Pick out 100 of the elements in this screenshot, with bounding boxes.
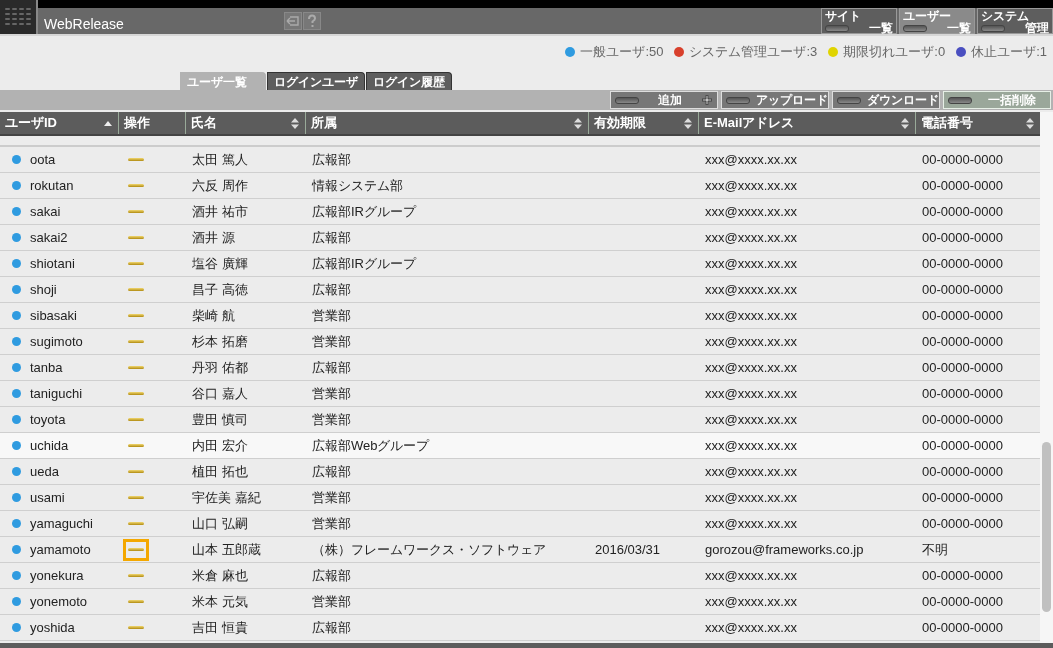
user-id-text: taniguchi	[30, 386, 83, 401]
phone-text: 不明	[922, 540, 948, 559]
email-text: xxx@xxxx.xx.xx	[705, 308, 797, 323]
column-header[interactable]: 氏名	[191, 114, 291, 132]
table-row[interactable]: uchida 内田 宏介 広報部Webグループ xxx@xxxx.xx.xx 00-0000-0000	[0, 433, 1040, 459]
name-text: 太田 篤人	[192, 150, 248, 169]
legend-label: システム管理ユーザ:3	[689, 43, 818, 61]
user-id-text: oota	[30, 152, 56, 167]
sort-icon[interactable]	[684, 117, 692, 129]
user-id-text: yoshida	[30, 620, 75, 635]
phone-text: 00-0000-0000	[922, 256, 1003, 271]
user-id-text: yamaguchi	[30, 516, 93, 531]
email-text: gorozou@frameworks.co.jp	[705, 542, 864, 557]
toolbar-button[interactable]: 追加	[610, 91, 718, 109]
user-id-text: sakai	[30, 204, 61, 219]
sort-icon[interactable]	[1026, 117, 1034, 129]
department-text: 広報部Webグループ	[312, 436, 430, 455]
column-header[interactable]: 操作	[124, 114, 179, 132]
tab[interactable]: ログインユーザ	[267, 72, 365, 90]
user-id-text: yonekura	[30, 568, 84, 583]
help-icon[interactable]	[303, 12, 321, 30]
toolbar-button[interactable]: アップロード	[721, 91, 829, 109]
logout-icon[interactable]	[284, 12, 302, 30]
email-text: xxx@xxxx.xx.xx	[705, 438, 797, 453]
phone-text: 00-0000-0000	[922, 204, 1003, 219]
sort-ascending-icon[interactable]	[104, 120, 112, 126]
phone-text: 00-0000-0000	[922, 464, 1003, 479]
toolbar-button[interactable]: ダウンロード	[832, 91, 940, 109]
name-text: 吉田 恒貴	[192, 618, 248, 637]
email-text: xxx@xxxx.xx.xx	[705, 204, 797, 219]
legend-label: 期限切れユーザ:0	[843, 43, 946, 61]
name-text: 杉本 拓磨	[192, 332, 248, 351]
name-text: 米本 元気	[192, 592, 248, 611]
nav-button[interactable]: サイト 一覧	[821, 8, 897, 34]
table-row[interactable]: yamamoto 山本 五郎蔵 （株）フレームワークス・ソフトウェア 2016/03/31 gorozou@frameworks.co.jp 不明	[0, 537, 1040, 563]
app-logo-icon[interactable]	[0, 0, 38, 34]
name-text: 山口 弘嗣	[192, 514, 248, 533]
name-text: 昌子 高徳	[192, 280, 248, 299]
scrollbar-thumb[interactable]	[1042, 442, 1051, 612]
name-text: 酒井 祐市	[192, 202, 248, 221]
sort-icon[interactable]	[901, 117, 909, 129]
phone-text: 00-0000-0000	[922, 308, 1003, 323]
email-text: xxx@xxxx.xx.xx	[705, 256, 797, 271]
phone-text: 00-0000-0000	[922, 282, 1003, 297]
user-id-text: ueda	[30, 464, 59, 479]
user-id-text: uchida	[30, 438, 69, 453]
department-text: 広報部	[312, 358, 351, 377]
name-text: 柴崎 航	[192, 306, 235, 325]
column-header[interactable]: 所属	[311, 114, 574, 132]
department-text: 広報部IRグループ	[312, 254, 416, 273]
column-header[interactable]: 電話番号	[921, 114, 1026, 132]
user-id-text: sakai2	[30, 230, 68, 245]
name-text: 塩谷 廣輝	[192, 254, 248, 273]
nav-button[interactable]: システム 管理	[977, 8, 1053, 34]
sort-icon[interactable]	[574, 117, 582, 129]
name-text: 米倉 麻也	[192, 566, 248, 585]
name-text: 宇佐美 嘉紀	[192, 488, 261, 507]
phone-text: 00-0000-0000	[922, 568, 1003, 583]
email-text: xxx@xxxx.xx.xx	[705, 568, 797, 583]
department-text: 広報部	[312, 228, 351, 247]
app-title: WebRelease	[43, 15, 125, 34]
department-text: 広報部	[312, 618, 351, 637]
column-header[interactable]: E-Mailアドレス	[704, 114, 901, 132]
operation-button[interactable]	[123, 538, 149, 561]
phone-text: 00-0000-0000	[922, 230, 1003, 245]
department-text: 情報システム部	[312, 176, 403, 195]
phone-text: 00-0000-0000	[922, 360, 1003, 375]
user-id-text: usami	[30, 490, 65, 505]
column-header[interactable]: ユーザID	[5, 114, 104, 132]
name-text: 丹羽 佑都	[192, 358, 248, 377]
department-text: 広報部	[312, 566, 351, 585]
email-text: xxx@xxxx.xx.xx	[705, 334, 797, 349]
user-id-text: shiotani	[30, 256, 75, 271]
name-text: 酒井 源	[192, 228, 235, 247]
email-text: xxx@xxxx.xx.xx	[705, 516, 797, 531]
email-text: xxx@xxxx.xx.xx	[705, 490, 797, 505]
department-text: 営業部	[312, 306, 351, 325]
email-text: xxx@xxxx.xx.xx	[705, 620, 797, 635]
name-text: 谷口 嘉人	[192, 384, 248, 403]
department-text: 広報部	[312, 150, 351, 169]
email-text: xxx@xxxx.xx.xx	[705, 230, 797, 245]
email-text: xxx@xxxx.xx.xx	[705, 412, 797, 427]
legend-label: 一般ユーザ:50	[580, 43, 664, 61]
sort-icon[interactable]	[291, 117, 299, 129]
expiry-text: 2016/03/31	[595, 542, 661, 557]
phone-text: 00-0000-0000	[922, 516, 1003, 531]
department-text: 営業部	[312, 332, 351, 351]
name-text: 山本 五郎蔵	[192, 540, 261, 559]
phone-text: 00-0000-0000	[922, 438, 1003, 453]
user-id-text: yamamoto	[30, 542, 91, 557]
department-text: 広報部	[312, 462, 351, 481]
column-header[interactable]: 有効期限	[594, 114, 684, 132]
email-text: xxx@xxxx.xx.xx	[705, 152, 797, 167]
tab[interactable]: ログイン履歴	[366, 72, 452, 90]
name-text: 豊田 慎司	[192, 410, 248, 429]
user-id-text: sibasaki	[30, 308, 77, 323]
phone-text: 00-0000-0000	[922, 594, 1003, 609]
email-text: xxx@xxxx.xx.xx	[705, 464, 797, 479]
email-text: xxx@xxxx.xx.xx	[705, 386, 797, 401]
email-text: xxx@xxxx.xx.xx	[705, 178, 797, 193]
